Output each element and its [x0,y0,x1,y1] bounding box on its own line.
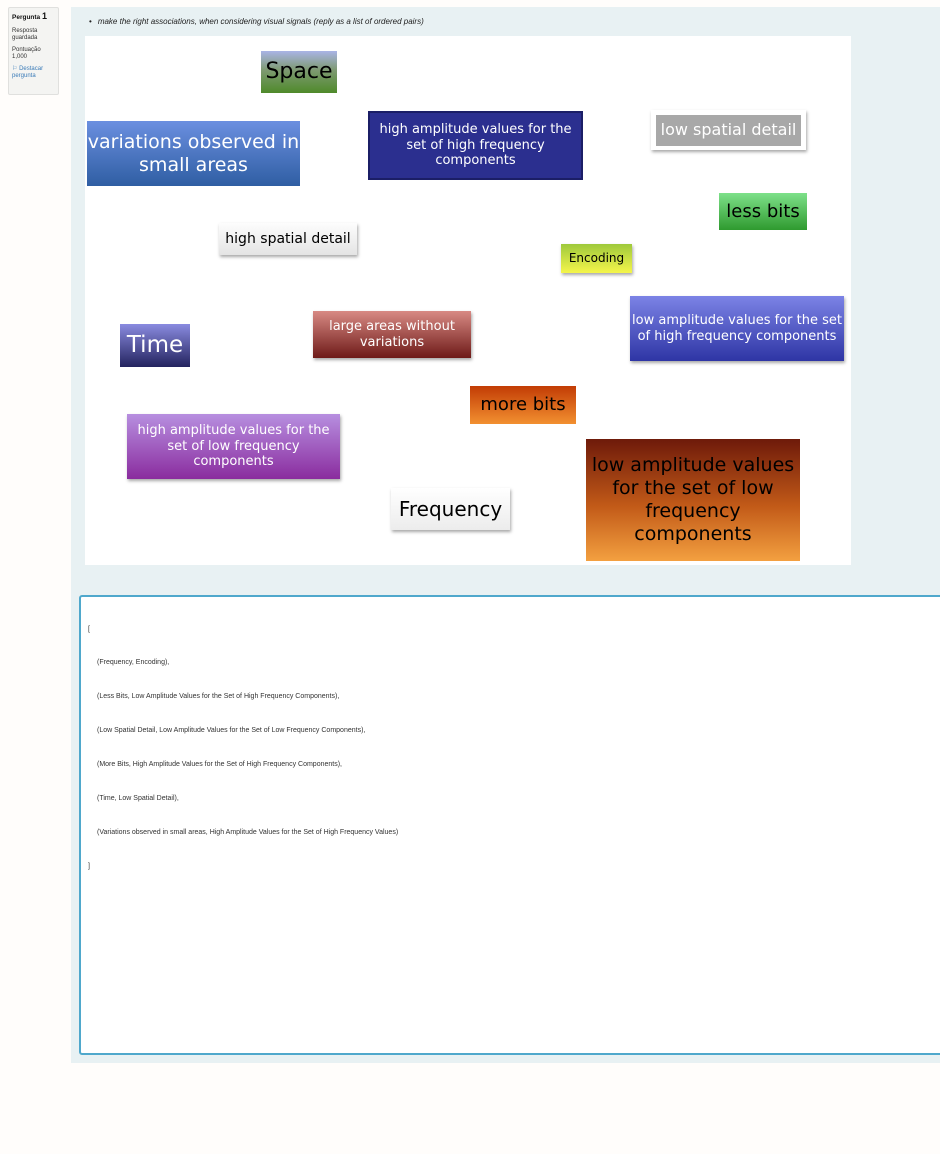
tile-low-spatial-detail-label: low spatial detail [656,114,801,146]
flag-question-link[interactable]: ⚐ Destacar pergunta [12,66,55,81]
question-text: • make the right associations, when consi… [89,17,424,26]
question-number-value: 1 [41,11,47,21]
answer-line: (Time, Low Spatial Detail), [97,795,179,803]
score-value: 1,000 [12,54,28,60]
answer-line: (More Bits, High Amplitude Values for th… [97,761,342,769]
answer-line: (Frequency, Encoding), [97,659,170,667]
question-label: Pergunta [12,14,41,21]
answer-line: (Less Bits, Low Amplitude Values for the… [97,693,340,701]
flag-question-label: Destacar pergunta [12,65,44,80]
tile-high-amplitude-high-frequency: high amplitude values for the set of hig… [368,111,583,180]
bullet: • [89,17,92,26]
tile-frequency: Frequency [391,488,510,530]
tile-low-amplitude-high-frequency: low amplitude values for the set of high… [630,296,844,361]
tile-high-amplitude-low-frequency: high amplitude values for the set of low… [127,414,340,479]
tile-less-bits: less bits [719,193,807,230]
question-formulation: • make the right associations, when consi… [71,7,940,1063]
tile-variations-small-areas: variations observed in small areas [87,121,300,186]
tile-high-spatial-detail: high spatial detail [219,223,357,255]
tile-more-bits: more bits [470,386,576,424]
tile-space: Space [261,51,337,93]
tile-time: Time [120,324,190,367]
score-label: Pontuação [12,46,41,53]
tile-encoding: Encoding [561,244,632,273]
answer-textarea[interactable]: [ (Frequency, Encoding), (Less Bits, Low… [79,595,940,1055]
question-number: Pergunta 1 [12,11,55,22]
answer-open-bracket: [ [88,625,90,633]
answer-line: (Variations observed in small areas, Hig… [97,828,399,836]
tile-large-areas: large areas without variations [313,311,471,358]
answer-close-bracket: ] [88,862,90,870]
answer-line: (Low Spatial Detail, Low Amplitude Value… [97,727,366,735]
question-status: Resposta guardada [12,27,38,42]
question-text-content: make the right associations, when consid… [97,17,424,26]
tile-low-amplitude-low-frequency: low amplitude values for the set of low … [586,439,800,561]
flag-icon: ⚐ [12,65,18,72]
image-canvas: Space variations observed in small areas… [85,36,851,565]
question-info-panel: Pergunta 1 Resposta guardada Pontuação 1… [8,7,59,95]
tile-low-spatial-detail: low spatial detail [651,110,806,150]
